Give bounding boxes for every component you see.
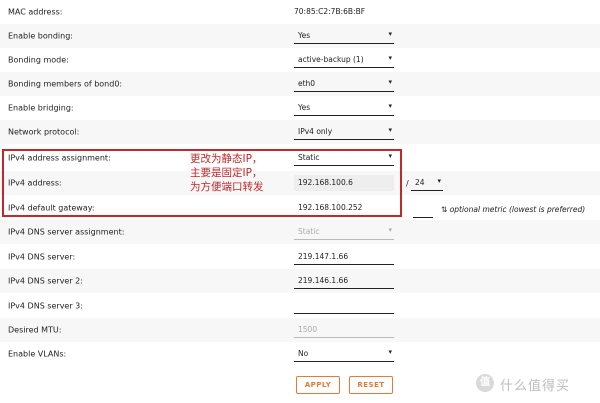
network-protocol-label: Network protocol: [8,127,80,137]
enable-bridging-select[interactable]: Yes ▾ [294,100,394,116]
enable-bonding-select[interactable]: Yes ▾ [294,28,394,44]
chevron-down-icon: ▾ [388,78,392,86]
watermark: 值 什么值得买 [476,372,596,398]
chevron-down-icon: ▾ [388,30,392,38]
row-ipv4-assignment: IPv4 address assignment: Static ▾ [0,146,600,170]
ipv4-prefix-select[interactable]: 24 ▾ [411,175,443,191]
ipv4-assignment-value: Static [298,153,320,162]
chevron-down-icon: ▾ [388,102,392,110]
row-bonding-mode: Bonding mode: active-backup (1) ▾ [0,48,600,72]
ipv4-dns-server-label: IPv4 DNS server: [8,252,76,262]
apply-button[interactable]: APPLY [296,376,340,394]
bonding-members-select[interactable]: eth0 ▾ [294,76,394,92]
annotation-line-1: 更改为静态IP， [190,153,263,165]
gateway-metric-input[interactable] [413,210,433,218]
watermark-logo-icon: 值 [476,374,494,392]
mac-address-value: 70:85:C2:7B:6B:BF [294,7,366,16]
annotation-text: 更改为静态IP， 主要是固定IP， 为方便端口转发 [190,152,264,194]
row-bonding-members: Bonding members of bond0: eth0 ▾ [0,72,600,96]
ipv4-prefix-value: 24 [415,178,425,187]
bonding-members-label: Bonding members of bond0: [8,79,123,89]
annotation-line-2: 主要是固定IP， [190,167,263,179]
bonding-mode-select[interactable]: active-backup (1) ▾ [294,52,394,68]
row-enable-vlans: Enable VLANs: No ▾ [0,342,600,366]
mac-address-label: MAC address: [8,7,63,17]
enable-bonding-value: Yes [298,31,311,40]
bonding-mode-value: active-backup (1) [298,55,364,64]
row-ipv4-dns-server: IPv4 DNS server: 219.147.1.66 [0,245,600,269]
ipv4-address-input[interactable]: 192.168.100.6 [294,175,394,191]
network-protocol-value: IPv4 only [298,127,333,136]
ipv4-dns-server-3-input[interactable] [294,298,394,314]
prefix-separator: / [406,179,409,188]
desired-mtu-input: 1500 [294,322,394,338]
row-mac-address: MAC address: 70:85:C2:7B:6B:BF [0,0,600,24]
row-ipv4-dns-server-3: IPv4 DNS server 3: [0,294,600,318]
ipv4-gateway-value: 192.168.100.252 [298,203,363,212]
ipv4-dns-server-3-label: IPv4 DNS server 3: [8,301,83,311]
ipv4-dns-server-2-input[interactable]: 219.146.1.66 [294,273,394,289]
row-ipv4-dns-server-2: IPv4 DNS server 2: 219.146.1.66 [0,269,600,293]
row-desired-mtu: Desired MTU: 1500 [0,318,600,342]
row-enable-bonding: Enable bonding: Yes ▾ [0,24,600,48]
ipv4-dns-server-input[interactable]: 219.147.1.66 [294,249,394,265]
chevron-down-icon: ▾ [388,348,392,356]
sort-icon: ⇅ [441,205,448,214]
ipv4-gateway-label: IPv4 default gateway: [8,203,95,213]
desired-mtu-label: Desired MTU: [8,325,62,335]
enable-vlans-value: No [298,349,309,358]
ipv4-address-value: 192.168.100.6 [298,178,353,187]
enable-vlans-label: Enable VLANs: [8,349,67,359]
chevron-down-icon: ▾ [388,226,392,234]
desired-mtu-value: 1500 [298,325,318,334]
chevron-down-icon: ▾ [388,126,392,134]
ipv4-dns-server-2-label: IPv4 DNS server 2: [8,276,83,286]
annotation-line-3: 为方便端口转发 [190,181,264,193]
row-ipv4-dns-assignment: IPv4 DNS server assignment: Static ▾ [0,220,600,244]
bonding-mode-label: Bonding mode: [8,55,69,65]
ipv4-dns-assignment-select: Static ▾ [294,224,394,240]
ipv4-dns-assignment-value: Static [298,227,320,236]
ipv4-assignment-select[interactable]: Static ▾ [294,150,394,166]
network-protocol-select[interactable]: IPv4 only ▾ [294,124,394,140]
reset-button[interactable]: RESET [349,376,393,394]
ipv4-gateway-input[interactable]: 192.168.100.252 [294,200,394,216]
row-ipv4-address: IPv4 address: 192.168.100.6 [0,171,600,195]
bonding-members-value: eth0 [298,79,316,88]
gateway-metric-note-text: optional metric (lowest is preferred) [449,205,586,214]
enable-bridging-label: Enable bridging: [8,103,74,113]
row-enable-bridging: Enable bridging: Yes ▾ [0,96,600,120]
ipv4-dns-server-2-value: 219.146.1.66 [298,276,349,285]
ipv4-dns-assignment-label: IPv4 DNS server assignment: [8,227,125,237]
gateway-metric-note: ⇅ optional metric (lowest is preferred) [441,205,585,214]
enable-bridging-value: Yes [298,103,311,112]
enable-vlans-select[interactable]: No ▾ [294,346,394,362]
ipv4-address-label: IPv4 address: [8,178,62,188]
enable-bonding-label: Enable bonding: [8,31,73,41]
ipv4-assignment-label: IPv4 address assignment: [8,153,111,163]
ipv4-dns-server-value: 219.147.1.66 [298,252,349,261]
row-network-protocol: Network protocol: IPv4 only ▾ [0,120,600,144]
chevron-down-icon: ▾ [388,152,392,160]
chevron-down-icon: ▾ [437,177,441,185]
chevron-down-icon: ▾ [388,54,392,62]
watermark-text: 什么值得买 [500,379,571,394]
